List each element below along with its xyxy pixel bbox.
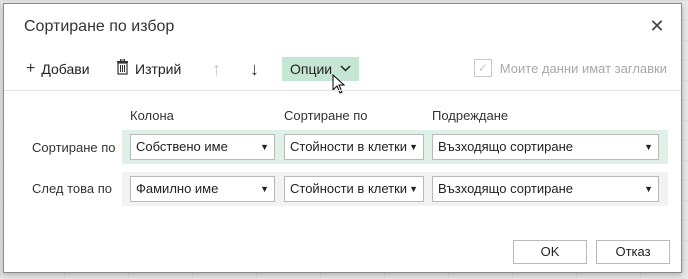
ok-button[interactable]: OK (513, 240, 587, 264)
sort-on-select[interactable]: Стойности в клетки ▼ (284, 176, 424, 202)
sort-level-row-2[interactable]: Фамилно име ▼ Стойности в клетки ▼ Възхо… (122, 172, 668, 206)
delete-label: Изтрий (135, 61, 182, 77)
row-label-1: Сортиране по (32, 140, 116, 155)
cancel-button[interactable]: Отказ (596, 240, 670, 264)
column-select-value: Фамилно име (136, 181, 219, 196)
checkmark-icon: ✓ (473, 59, 492, 77)
column-header-column: Колона (130, 108, 174, 123)
order-select[interactable]: Възходящо сортиране ▼ (432, 176, 659, 202)
options-label: Опции (290, 61, 333, 77)
sort-on-select-value: Стойности в клетки (290, 139, 408, 154)
add-level-button[interactable]: + Добави (26, 54, 90, 84)
dialog-title: Сортиране по избор (24, 18, 175, 35)
sort-level-row-1[interactable]: Собствено име ▼ Стойности в клетки ▼ Въз… (122, 130, 668, 164)
sort-on-select-value: Стойности в клетки (290, 181, 408, 196)
dropdown-arrow-icon: ▼ (409, 142, 418, 152)
dropdown-arrow-icon: ▼ (409, 184, 418, 194)
row-label-2: След това по (32, 181, 113, 196)
column-select-value: Собствено име (136, 139, 228, 154)
divider (4, 90, 681, 91)
dropdown-arrow-icon: ▼ (644, 184, 653, 194)
delete-level-button[interactable]: Изтрий (116, 54, 181, 84)
arrow-up-icon[interactable]: ↑ (212, 54, 221, 84)
plus-icon: + (26, 60, 36, 77)
dropdown-arrow-icon: ▼ (260, 184, 269, 194)
column-header-sort-on: Сортиране по (284, 108, 368, 123)
toolbar: + Добави Изтрий ↑ ↓ Опции ✓ Моите данни … (4, 54, 681, 94)
column-select[interactable]: Собствено име ▼ (130, 134, 275, 160)
trash-icon (116, 58, 129, 80)
sort-dialog: Сортиране по избор ✕ + Добави Изтрий ↑ ↓ (3, 3, 682, 273)
headers-label: Моите данни имат заглавки (499, 60, 667, 76)
order-select-value: Възходящо сортиране (438, 139, 573, 154)
dropdown-arrow-icon: ▼ (260, 142, 269, 152)
add-label: Добави (41, 61, 90, 77)
column-header-order: Подреждане (432, 108, 509, 123)
order-select-value: Възходящо сортиране (438, 181, 573, 196)
headers-checkbox[interactable]: ✓ Моите данни имат заглавки (473, 59, 667, 77)
sort-on-select[interactable]: Стойности в клетки ▼ (284, 134, 424, 160)
options-button[interactable]: Опции (282, 57, 360, 81)
column-select[interactable]: Фамилно име ▼ (130, 176, 275, 202)
close-icon[interactable]: ✕ (647, 16, 667, 36)
dropdown-arrow-icon: ▼ (644, 142, 653, 152)
order-select[interactable]: Възходящо сортиране ▼ (432, 134, 659, 160)
mouse-cursor-icon (332, 73, 346, 99)
arrow-down-icon[interactable]: ↓ (250, 54, 259, 84)
